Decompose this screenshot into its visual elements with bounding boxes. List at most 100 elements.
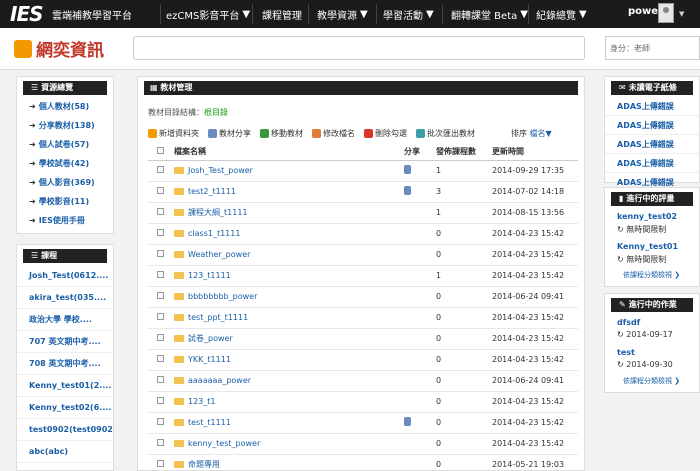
homework-item[interactable]: test ↻ 2014-09-30 xyxy=(605,344,699,374)
sort-select[interactable]: 檔名▼ xyxy=(530,129,552,138)
table-row[interactable]: 課程大綱_t1111 1 2014-08-15 13:56 xyxy=(148,202,578,224)
row-checkbox[interactable] xyxy=(157,418,164,425)
select-all-checkbox[interactable] xyxy=(157,146,164,154)
material-management-panel: ▦ 教材管理 教材目錄結構：根目錄 新增資料夾 教材分享 移動教材 修改檔名 刪… xyxy=(137,76,585,471)
nav-item-teaching-resources[interactable]: 教學資源 ▼ xyxy=(317,0,368,28)
chevron-down-icon[interactable]: ▼ xyxy=(679,10,684,18)
row-checkbox[interactable] xyxy=(157,229,164,236)
table-row[interactable]: Josh_Test_power 1 2014-09-29 17:35 xyxy=(148,160,578,182)
site-logo[interactable]: 網奕資訊 xyxy=(14,36,104,61)
row-checkbox[interactable] xyxy=(157,313,164,320)
folder-name-link[interactable]: YKK_t1111 xyxy=(188,355,231,364)
folder-name-link[interactable]: Josh_Test_power xyxy=(188,166,253,175)
folder-name-link[interactable]: test2_t1111 xyxy=(188,187,236,196)
published-count-cell: 0 xyxy=(436,433,492,455)
folder-name-link[interactable]: bbbbbbbb_power xyxy=(188,292,257,301)
folder-name-link[interactable]: class1_t1111 xyxy=(188,229,240,238)
ies-logo[interactable]: IES xyxy=(10,2,44,26)
homework-item[interactable]: dfsdf ↻ 2014-09-17 xyxy=(605,314,699,344)
table-row[interactable]: 123_t1111 1 2014-04-23 15:42 xyxy=(148,265,578,287)
table-row[interactable]: bbbbbbbb_power 0 2014-06-24 09:41 xyxy=(148,286,578,308)
resource-item[interactable]: ➜ 分享教材(138) xyxy=(17,116,113,135)
share-cell xyxy=(404,433,436,455)
table-row[interactable]: 123_t1 0 2014-04-23 15:42 xyxy=(148,391,578,413)
share-material-button[interactable]: 教材分享 xyxy=(208,128,251,139)
move-material-button[interactable]: 移動教材 xyxy=(260,128,303,139)
course-item[interactable]: Kenny_test01(2.... xyxy=(17,375,113,397)
row-checkbox[interactable] xyxy=(157,334,164,341)
folder-name-link[interactable]: 123_t1111 xyxy=(188,271,231,280)
folder-name-link[interactable]: kenny_test_power xyxy=(188,439,260,448)
resource-item[interactable]: ➜ 個人教材(58) xyxy=(17,97,113,116)
avatar[interactable] xyxy=(658,3,674,23)
folder-name-link[interactable]: test_ppt_t1111 xyxy=(188,313,248,322)
platform-name[interactable]: 雲端補教學習平台 xyxy=(52,7,132,22)
batch-export-button[interactable]: 批次匯出教材 xyxy=(416,128,475,139)
folder-name-link[interactable]: test_t1111 xyxy=(188,418,231,427)
folder-name-link[interactable]: 課程大綱_t1111 xyxy=(188,208,248,217)
nav-item-course-management[interactable]: 課程管理 xyxy=(262,0,302,28)
table-row[interactable]: kenny_test_power 0 2014-04-23 15:42 xyxy=(148,433,578,455)
search-input[interactable] xyxy=(133,36,585,60)
course-item[interactable]: 708 英文期中考.... xyxy=(17,353,113,375)
folder-name-link[interactable]: 試卷_power xyxy=(188,334,233,343)
unread-note-item[interactable]: ADAS上傳錯誤 xyxy=(605,154,699,173)
row-checkbox[interactable] xyxy=(157,250,164,257)
folder-name-link[interactable]: aaaaaaa_power xyxy=(188,376,251,385)
user-share-icon[interactable] xyxy=(404,417,411,426)
row-checkbox[interactable] xyxy=(157,208,164,215)
row-checkbox[interactable] xyxy=(157,439,164,446)
resource-item[interactable]: ➜ 學校試卷(42) xyxy=(17,154,113,173)
updated-time-cell: 2014-04-23 15:42 xyxy=(492,244,578,266)
row-checkbox[interactable] xyxy=(157,397,164,404)
resource-item[interactable]: ➜ 個人影音(369) xyxy=(17,173,113,192)
resource-item[interactable]: ➜ 學校影音(11) xyxy=(17,192,113,211)
course-item[interactable]: akira_test(035.... xyxy=(17,287,113,309)
course-item[interactable]: abc(abc) xyxy=(17,441,113,463)
view-by-course-link[interactable]: 依課程分類檢視 ❯ xyxy=(605,374,699,390)
nav-item-flipped-classroom[interactable]: 翻轉課堂 Beta ▼ xyxy=(451,0,528,28)
row-checkbox[interactable] xyxy=(157,271,164,278)
table-row[interactable]: Weather_power 0 2014-04-23 15:42 xyxy=(148,244,578,266)
course-item[interactable]: Josh_Test(0612.... xyxy=(17,265,113,287)
course-item[interactable]: test0902(test0902) xyxy=(17,419,113,441)
table-row[interactable]: 試卷_power 0 2014-04-23 15:42 xyxy=(148,328,578,350)
view-by-course-link[interactable]: 依課程分類檢視 ❯ xyxy=(605,268,699,284)
row-checkbox[interactable] xyxy=(157,460,164,467)
folder-name-link[interactable]: Weather_power xyxy=(188,250,250,259)
nav-item-ezcms[interactable]: ezCMS影音平台 ▼ xyxy=(166,0,250,28)
row-checkbox[interactable] xyxy=(157,376,164,383)
table-row[interactable]: YKK_t1111 0 2014-04-23 15:42 xyxy=(148,349,578,371)
table-row[interactable]: test_ppt_t1111 0 2014-04-23 15:42 xyxy=(148,307,578,329)
folder-name-link[interactable]: 命題專用 xyxy=(188,460,220,469)
user-share-icon[interactable] xyxy=(404,186,411,195)
breadcrumb-current[interactable]: 根目錄 xyxy=(204,108,228,117)
row-checkbox[interactable] xyxy=(157,292,164,299)
unread-note-item[interactable]: ADAS上傳錯誤 xyxy=(605,116,699,135)
unread-note-item[interactable]: ADAS上傳錯誤 xyxy=(605,97,699,116)
row-checkbox[interactable] xyxy=(157,187,164,194)
course-item[interactable]: Kenny_test02(6.... xyxy=(17,397,113,419)
row-checkbox[interactable] xyxy=(157,166,164,173)
evaluation-item[interactable]: kenny_test02 ↻ 無時間限制 xyxy=(605,208,699,238)
rename-button[interactable]: 修改檔名 xyxy=(312,128,355,139)
new-folder-button[interactable]: 新增資料夾 xyxy=(148,128,199,139)
nav-item-records[interactable]: 紀錄總覽 ▼ xyxy=(536,0,587,28)
user-share-icon[interactable] xyxy=(404,165,411,174)
unread-note-item[interactable]: ADAS上傳錯誤 xyxy=(605,135,699,154)
table-row[interactable]: aaaaaaa_power 0 2014-06-24 09:41 xyxy=(148,370,578,392)
table-row[interactable]: 命題專用 0 2014-05-21 19:03 xyxy=(148,454,578,470)
row-checkbox[interactable] xyxy=(157,355,164,362)
nav-item-learning-activities[interactable]: 學習活動 ▼ xyxy=(383,0,434,28)
evaluation-item[interactable]: Kenny_test01 ↻ 無時間限制 xyxy=(605,238,699,268)
resource-item[interactable]: ➜ 個人試卷(57) xyxy=(17,135,113,154)
col-filename[interactable]: 檔案名稱 xyxy=(174,143,404,161)
table-row[interactable]: class1_t1111 0 2014-04-23 15:42 xyxy=(148,223,578,245)
table-row[interactable]: test2_t1111 3 2014-07-02 14:18 xyxy=(148,181,578,203)
course-item[interactable]: 707 英文期中考.... xyxy=(17,331,113,353)
folder-name-link[interactable]: 123_t1 xyxy=(188,397,216,406)
course-item[interactable]: 政治大學 學校.... xyxy=(17,309,113,331)
table-row[interactable]: test_t1111 0 2014-04-23 15:42 xyxy=(148,412,578,434)
delete-checked-button[interactable]: 刪除勾選 xyxy=(364,128,407,139)
resource-item[interactable]: ➜ IES使用手冊 xyxy=(17,211,113,230)
